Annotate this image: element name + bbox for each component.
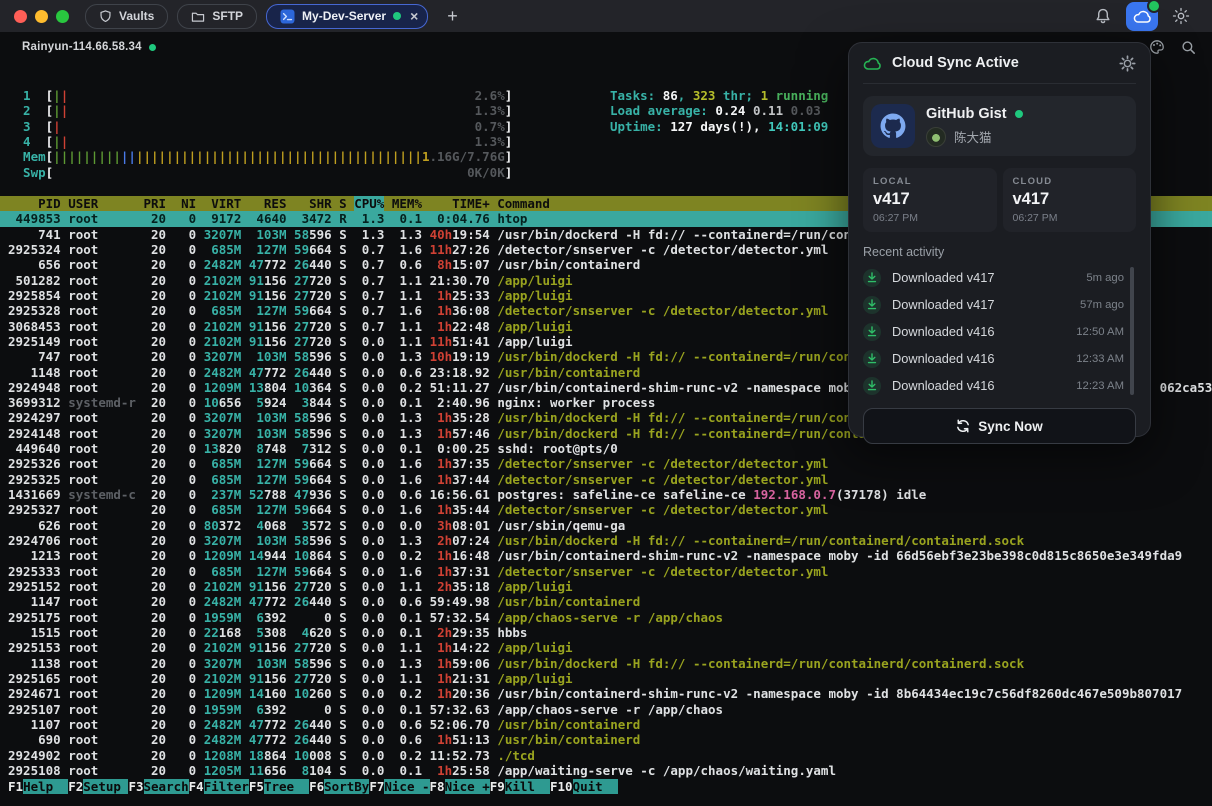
cloud-version-card: CLOUD v417 06:27 PM	[1003, 168, 1137, 232]
activity-time: 57m ago	[1080, 299, 1124, 311]
download-icon	[863, 350, 881, 368]
sync-status-dot	[1147, 0, 1161, 13]
cloud-label: CLOUD	[1013, 176, 1127, 187]
maximize-window-button[interactable]	[56, 10, 69, 23]
sync-provider-card[interactable]: GitHub Gist 陈大猫	[863, 96, 1136, 156]
system-summary: Uptime: 127 days(!), 14:01:09	[610, 119, 828, 134]
cloud-sync-button[interactable]	[1126, 2, 1158, 31]
account-name: 陈大猫	[954, 127, 992, 146]
tab-label: Vaults	[119, 9, 154, 23]
tab-my-dev-server[interactable]: My-Dev-Server ×	[266, 4, 428, 29]
process-row: 2925107 root 20 0 1959M 6392 0 S 0.0 0.1…	[0, 702, 1212, 717]
window-controls	[0, 10, 69, 23]
local-version: v417	[873, 190, 987, 209]
tab-strip: Vaults SFTP My-Dev-Server × +	[85, 4, 458, 29]
activity-scrollbar[interactable]	[1130, 267, 1134, 395]
process-row: 1147 root 20 0 2482M 47772 26440 S 0.0 0…	[0, 594, 1212, 609]
process-row: 2924706 root 20 0 3207M 103M 58596 S 0.0…	[0, 533, 1212, 548]
new-tab-button[interactable]: +	[447, 6, 458, 27]
download-icon	[863, 377, 881, 395]
refresh-icon	[956, 419, 970, 433]
download-icon	[863, 296, 881, 314]
process-row: 1515 root 20 0 22168 5308 4620 S 0.0 0.1…	[0, 625, 1212, 640]
brightness-icon[interactable]	[1172, 7, 1190, 25]
local-version-card: LOCAL v417 06:27 PM	[863, 168, 997, 232]
provider-status-dot	[1015, 110, 1023, 118]
process-row: 690 root 20 0 2482M 47772 26440 S 0.0 0.…	[0, 732, 1212, 747]
activity-time: 12:50 AM	[1076, 326, 1124, 338]
avatar	[926, 127, 946, 147]
close-window-button[interactable]	[14, 10, 27, 23]
process-row: 1213 root 20 0 1209M 14944 10864 S 0.0 0…	[0, 548, 1212, 563]
activity-item: Downloaded v416 12:50 AM	[863, 318, 1124, 345]
activity-label: Downloaded v416	[892, 351, 1065, 366]
activity-time: 5m ago	[1086, 272, 1124, 284]
tab-vaults[interactable]: Vaults	[85, 4, 168, 29]
sync-now-label: Sync Now	[978, 419, 1043, 434]
process-row: 2924902 root 20 0 1208M 18864 10008 S 0.…	[0, 748, 1212, 763]
recent-activity-title: Recent activity	[863, 245, 1136, 259]
function-key-bar: F1Help F2Setup F3SearchF4FilterF5Tree F6…	[0, 779, 1212, 794]
process-row: 2925325 root 20 0 685M 127M 59664 S 0.0 …	[0, 472, 1212, 487]
activity-item: Downloaded v417 5m ago	[863, 264, 1124, 291]
connection-status-dot	[393, 12, 401, 20]
cloud-sync-panel: Cloud Sync Active GitHub Gist 陈大猫 LOCAL …	[848, 42, 1151, 437]
local-label: LOCAL	[873, 176, 987, 187]
activity-item: Downloaded v416 12:33 AM	[863, 345, 1124, 372]
download-icon	[863, 269, 881, 287]
process-row: 1107 root 20 0 2482M 47772 26440 S 0.0 0…	[0, 717, 1212, 732]
system-summary: Load average: 0.24 0.11 0.03	[610, 103, 821, 118]
activity-time: 12:23 AM	[1076, 380, 1124, 392]
titlebar: Vaults SFTP My-Dev-Server × +	[0, 0, 1212, 32]
tab-label: SFTP	[212, 9, 243, 23]
process-row: 2925175 root 20 0 1959M 6392 0 S 0.0 0.1…	[0, 610, 1212, 625]
process-row: 2925152 root 20 0 2102M 91156 27720 S 0.…	[0, 579, 1212, 594]
tab-sftp[interactable]: SFTP	[177, 4, 257, 29]
github-icon	[871, 104, 915, 148]
gear-icon[interactable]	[1119, 55, 1136, 72]
activity-item: Downloaded v417 57m ago	[863, 291, 1124, 318]
activity-label: Downloaded v416	[892, 378, 1065, 393]
provider-name: GitHub Gist	[926, 106, 1007, 122]
download-icon	[863, 323, 881, 341]
activity-label: Downloaded v416	[892, 324, 1065, 339]
process-row: 2925326 root 20 0 685M 127M 59664 S 0.0 …	[0, 456, 1212, 471]
activity-item: Downloaded v416 12:23 AM	[863, 372, 1124, 399]
app-window: Vaults SFTP My-Dev-Server × +	[0, 0, 1212, 806]
shield-icon	[99, 9, 112, 23]
process-row: 2924671 root 20 0 1209M 14160 10260 S 0.…	[0, 686, 1212, 701]
close-tab-icon[interactable]: ×	[410, 9, 418, 23]
cloud-icon	[863, 56, 882, 71]
activity-time: 12:33 AM	[1076, 353, 1124, 365]
cloud-time: 06:27 PM	[1013, 212, 1127, 224]
process-row: 2925333 root 20 0 685M 127M 59664 S 0.0 …	[0, 564, 1212, 579]
panel-title: Cloud Sync Active	[892, 55, 1109, 71]
sync-now-button[interactable]: Sync Now	[863, 408, 1136, 444]
tab-label: My-Dev-Server	[302, 9, 386, 23]
folder-icon	[191, 10, 205, 23]
activity-list: Downloaded v417 5m ago Downloaded v417 57m …	[863, 264, 1136, 399]
activity-label: Downloaded v417	[892, 270, 1075, 285]
bell-icon[interactable]	[1094, 7, 1112, 25]
process-row: 1138 root 20 0 3207M 103M 58596 S 0.0 1.…	[0, 656, 1212, 671]
minimize-window-button[interactable]	[35, 10, 48, 23]
process-row: 2925108 root 20 0 1205M 11656 8104 S 0.0…	[0, 763, 1212, 778]
cloud-version: v417	[1013, 190, 1127, 209]
system-summary: Tasks: 86, 323 thr; 1 running	[610, 88, 828, 103]
process-row: 626 root 20 0 80372 4068 3572 S 0.0 0.0 …	[0, 518, 1212, 533]
process-row: 2925165 root 20 0 2102M 91156 27720 S 0.…	[0, 671, 1212, 686]
process-row: 1431669 systemd-c 20 0 237M 52788 47936 …	[0, 487, 1212, 502]
process-row: 2925153 root 20 0 2102M 91156 27720 S 0.…	[0, 640, 1212, 655]
titlebar-actions	[1094, 2, 1212, 31]
process-row: 2925327 root 20 0 685M 127M 59664 S 0.0 …	[0, 502, 1212, 517]
terminal-icon	[280, 9, 295, 24]
local-time: 06:27 PM	[873, 212, 987, 224]
activity-label: Downloaded v417	[892, 297, 1069, 312]
